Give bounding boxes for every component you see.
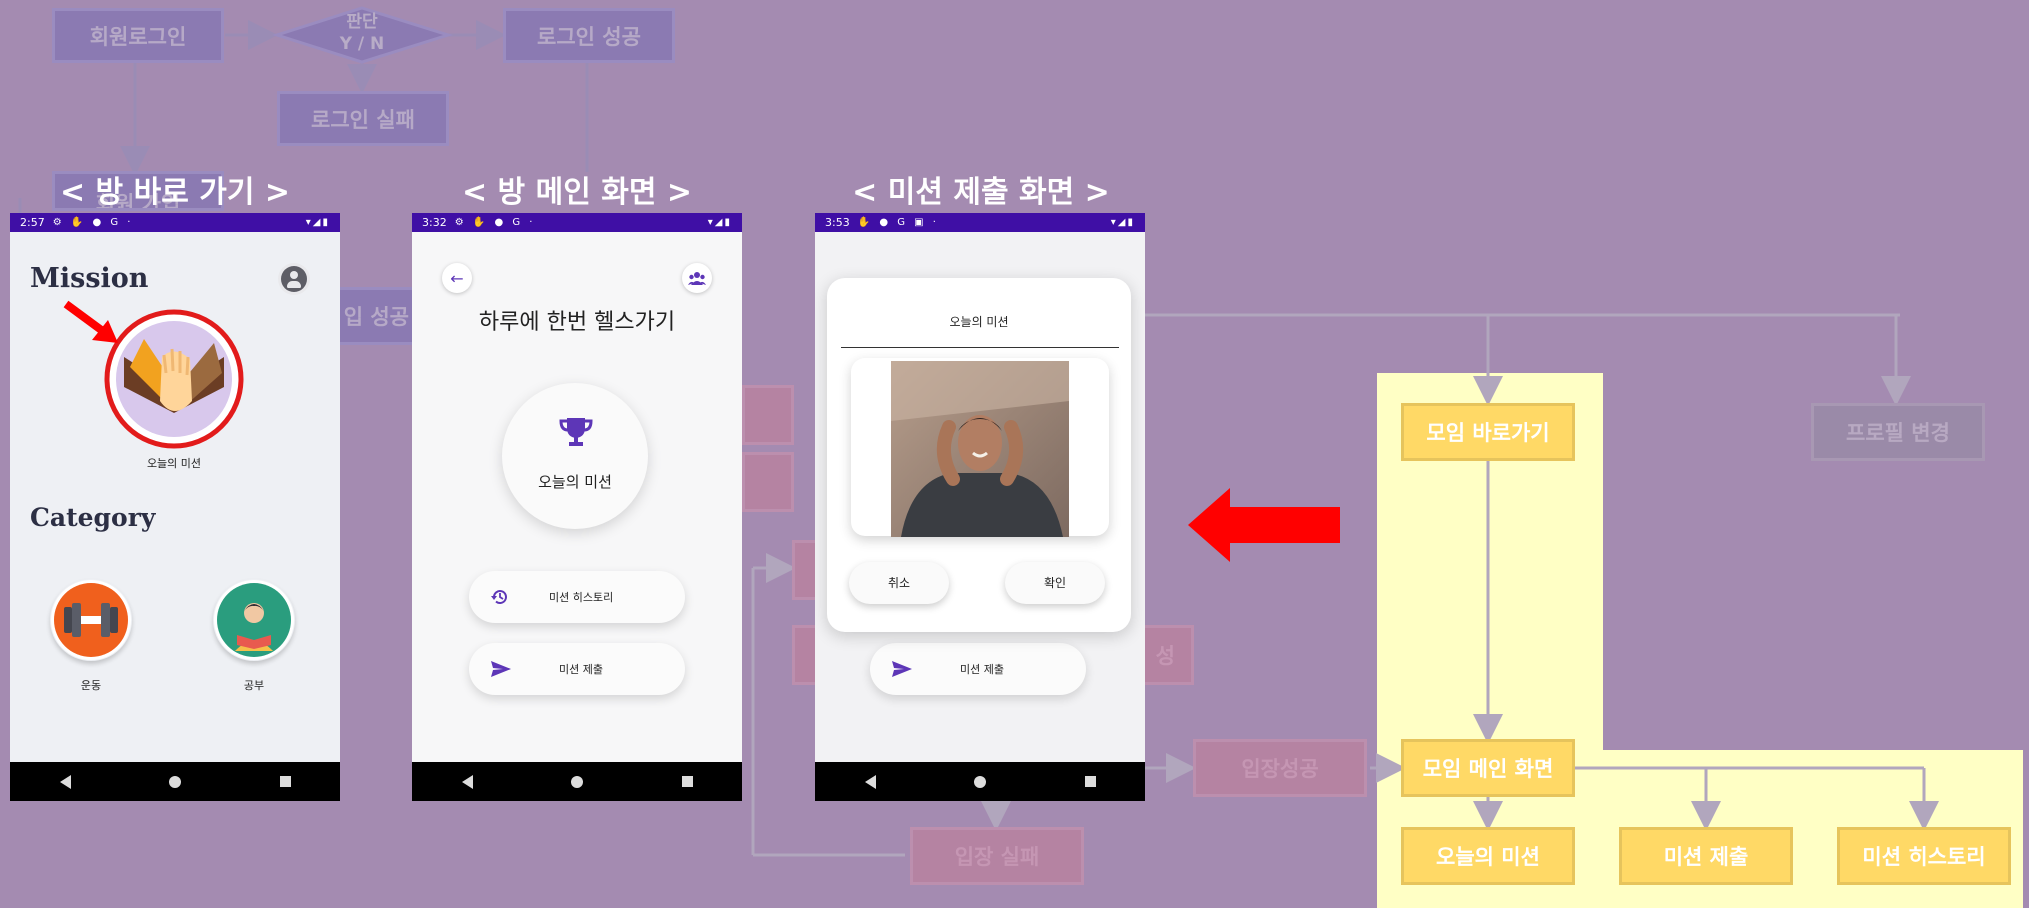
nav-home-icon[interactable]	[557, 775, 597, 788]
account-circle-icon[interactable]	[278, 263, 310, 295]
group-icon[interactable]	[682, 263, 712, 293]
nav-home-icon[interactable]	[960, 775, 1000, 788]
flow-decision: 판단 Y / N	[312, 11, 412, 55]
room-title: 하루에 한번 헬스가기	[478, 310, 676, 335]
title-room-main: < 방 메인 화면 >	[461, 175, 693, 210]
flow-mission-history-label: 미션 히스토리	[1862, 845, 1986, 869]
send-icon	[491, 661, 511, 677]
nav-back-icon[interactable]	[850, 774, 890, 789]
status-time: 3:53	[825, 216, 850, 229]
mission-submit-label: 미션 제출	[960, 663, 1004, 676]
status-time: 3:32	[422, 216, 447, 229]
flow-signup-success-label: 입 성공	[343, 305, 409, 329]
flow-todays-mission-label: 오늘의 미션	[1436, 845, 1540, 869]
phone-mission-submit: 3:53 ✋ ● G ▣ · ▾◢▮ 미션 제출 오늘의 미션 취소 확인	[815, 213, 1145, 801]
flow-group-main-label: 모임 메인 화면	[1422, 757, 1554, 781]
flow-decision-yn: Y / N	[339, 34, 385, 54]
nav-recents-icon[interactable]	[667, 776, 707, 787]
flow-mission-submit-label: 미션 제출	[1663, 845, 1749, 869]
red-arrow-icon	[1188, 488, 1340, 562]
phone-room-shortcut: 2:57 ⚙ ✋ ● G · ▾◢▮ Mission 오늘의 미션 Catego…	[10, 213, 340, 801]
flow-profile-change-label: 프로필 변경	[1846, 421, 1950, 445]
flow-hidden-box-2	[742, 452, 794, 512]
cancel-button[interactable]: 취소	[849, 562, 949, 604]
photo-frame	[851, 358, 1109, 537]
dumbbell-icon	[51, 580, 131, 660]
status-signal-battery-icons: ▾◢▮	[305, 217, 330, 228]
confirm-button[interactable]: 확인	[1005, 562, 1105, 604]
flow-entry-success: 입장성공	[1193, 739, 1367, 797]
nav-home-icon[interactable]	[155, 775, 195, 788]
heading-mission: Mission	[30, 263, 149, 294]
flow-login-success-label: 로그인 성공	[537, 24, 641, 49]
dialog-divider	[841, 347, 1119, 348]
system-navigation-bar	[412, 762, 742, 801]
reading-person-icon	[214, 580, 294, 660]
red-pointer-arrow-icon	[63, 300, 118, 343]
flow-entry-fail-label: 입장 실패	[954, 845, 1040, 869]
flow-login-fail: 로그인 실패	[277, 91, 449, 146]
flow-profile-change: 프로필 변경	[1811, 403, 1985, 461]
title-room-shortcut: < 방 바로 가기 >	[59, 175, 291, 210]
nav-recents-icon[interactable]	[265, 776, 305, 787]
status-notification-icons: ✋ ● G ▣ ·	[857, 217, 939, 228]
flow-signup-success: 입 성공	[326, 287, 426, 345]
mission-history-button[interactable]: 미션 히스토리	[469, 571, 685, 623]
system-navigation-bar	[815, 762, 1145, 801]
todays-mission-button[interactable]	[104, 309, 244, 449]
arrow-back-icon[interactable]: ←	[442, 263, 472, 293]
flow-login-success: 로그인 성공	[503, 8, 675, 63]
flow-member-login: 회원로그인	[52, 8, 224, 63]
flow-login-fail-label: 로그인 실패	[311, 107, 415, 132]
nav-back-icon[interactable]	[45, 774, 85, 789]
mission-submit-button[interactable]: 미션 제출	[469, 643, 685, 695]
flow-member-login-label: 회원로그인	[89, 24, 187, 49]
flow-hidden-box-4-label: 성	[1155, 644, 1175, 668]
mission-label: 오늘의 미션	[146, 457, 202, 470]
todays-mission-button[interactable]: 오늘의 미션	[502, 383, 648, 529]
flow-hidden-box-1	[742, 385, 794, 445]
submitted-photo	[891, 361, 1069, 537]
title-mission-submit: < 미션 제출 화면 >	[852, 175, 1110, 210]
status-notification-icons: ⚙ ✋ ● G ·	[454, 217, 536, 228]
dialog-title: 오늘의 미션	[949, 315, 1009, 329]
flow-entry-success-label: 입장성공	[1241, 757, 1319, 781]
mission-submit-button[interactable]: 미션 제출	[870, 643, 1086, 695]
status-signal-battery-icons: ▾◢▮	[707, 217, 732, 228]
category-study-button[interactable]	[213, 579, 295, 661]
nav-recents-icon[interactable]	[1070, 776, 1110, 787]
heading-category: Category	[30, 503, 156, 532]
history-icon	[491, 590, 507, 605]
category-study-label: 공부	[243, 679, 265, 692]
flow-group-shortcut: 모임 바로가기	[1401, 403, 1575, 461]
flow-group-main: 모임 메인 화면	[1401, 739, 1575, 797]
flow-decision-label: 판단	[346, 12, 378, 32]
phone-room-main: 3:32 ⚙ ✋ ● G · ▾◢▮ ← 하루에 한번 헬스가기 오늘의 미션 …	[412, 213, 742, 801]
flow-group-shortcut-label: 모임 바로가기	[1426, 421, 1550, 445]
mission-history-label: 미션 히스토리	[549, 591, 614, 604]
todays-mission-label: 오늘의 미션	[538, 473, 612, 491]
flow-mission-submit: 미션 제출	[1619, 827, 1793, 885]
status-bar: 3:32 ⚙ ✋ ● G · ▾◢▮	[412, 213, 742, 232]
mission-submit-dialog: 오늘의 미션 취소 확인	[827, 278, 1131, 632]
status-signal-battery-icons: ▾◢▮	[1110, 217, 1135, 228]
status-bar: 3:53 ✋ ● G ▣ · ▾◢▮	[815, 213, 1145, 232]
flow-entry-fail: 입장 실패	[910, 827, 1084, 885]
status-notification-icons: ⚙ ✋ ● G ·	[52, 217, 134, 228]
flow-mission-history: 미션 히스토리	[1837, 827, 2011, 885]
status-bar: 2:57 ⚙ ✋ ● G · ▾◢▮	[10, 213, 340, 232]
category-exercise-label: 운동	[80, 679, 102, 692]
status-time: 2:57	[20, 216, 45, 229]
trophy-icon	[559, 418, 593, 446]
nav-back-icon[interactable]	[447, 774, 487, 789]
system-navigation-bar	[10, 762, 340, 801]
flow-todays-mission: 오늘의 미션	[1401, 827, 1575, 885]
mission-submit-label: 미션 제출	[559, 663, 603, 676]
send-icon	[892, 661, 912, 677]
category-exercise-button[interactable]	[50, 579, 132, 661]
